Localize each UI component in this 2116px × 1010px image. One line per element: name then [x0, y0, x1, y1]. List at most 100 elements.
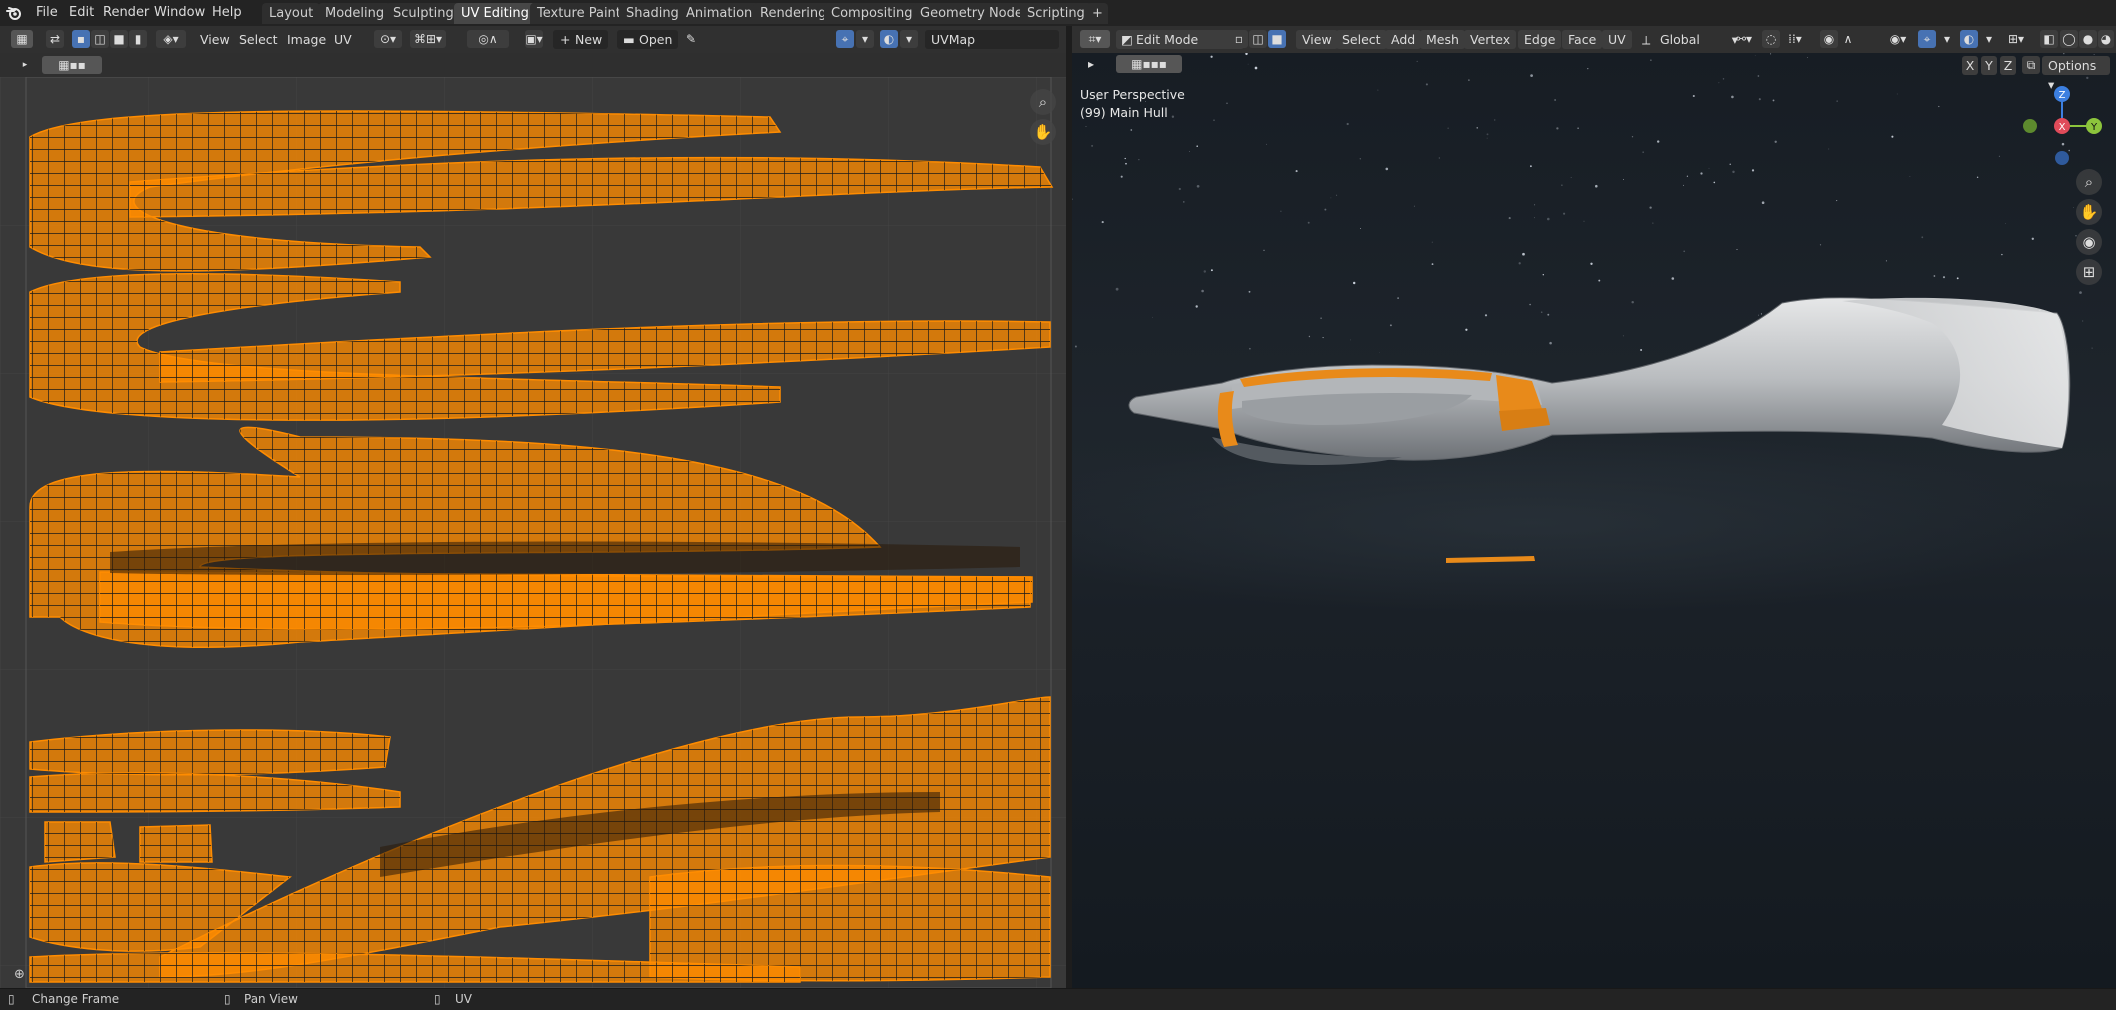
gizmo-neg-z[interactable] [2055, 151, 2069, 165]
open-image-button[interactable]: ▬ Open [617, 30, 679, 49]
sync-selection-icon[interactable]: ⇄ [46, 30, 64, 48]
overlay-dropdown-icon[interactable]: ▾ [1980, 30, 1998, 48]
material-shading-icon[interactable]: ◕ [2098, 30, 2114, 48]
falloff-icon[interactable]: ∧ [1839, 30, 1857, 48]
svg-text:Z: Z [2059, 90, 2066, 101]
snap-icon[interactable]: ⌘⊞▾ [410, 30, 446, 48]
menu-help[interactable]: Help [206, 3, 248, 23]
sticky-select-icon[interactable]: ◈▾ [156, 30, 186, 48]
image-browse-icon[interactable]: ▣▾ [525, 30, 543, 48]
tab-sculpting[interactable]: Sculpting [386, 3, 461, 24]
vp-menu-edge[interactable]: Edge [1518, 30, 1562, 49]
options-dropdown[interactable]: Options ▾ [2042, 56, 2110, 92]
tab-uv-editing[interactable]: UV Editing [454, 3, 536, 24]
vp-menu-face[interactable]: Face [1562, 30, 1603, 49]
star [2031, 237, 2034, 240]
tab-shading[interactable]: Shading [619, 3, 686, 24]
vertex-select-icon[interactable]: ▪ [72, 30, 90, 48]
uv-menu-uv[interactable]: UV [328, 30, 358, 49]
star [1570, 177, 1572, 178]
star [1563, 212, 1566, 215]
pan-hand-icon[interactable]: ✋ [1030, 119, 1056, 145]
vp-menu-view[interactable]: View [1296, 30, 1338, 49]
menu-file[interactable]: File [30, 3, 64, 23]
proportional-editing-icon[interactable]: ◉ [1820, 30, 1838, 48]
face-mode-icon[interactable]: ■ [1268, 30, 1286, 48]
editor-type-icon[interactable]: ▦ [11, 30, 33, 48]
star [1476, 127, 1478, 129]
edge-select-icon[interactable]: ◫ [91, 30, 109, 48]
tab-animation[interactable]: Animation [679, 3, 760, 24]
uv-map-selector[interactable]: UVMap [925, 30, 1059, 49]
tab-modeling[interactable]: Modeling [318, 3, 392, 24]
star [1413, 205, 1415, 207]
viewport-editor-type-icon[interactable]: ⌗▾ [1080, 30, 1110, 48]
camera-icon[interactable]: ◉ [2076, 229, 2102, 255]
pivot-point-icon[interactable]: ⚯▾ [1729, 30, 1759, 48]
add-workspace-button[interactable]: + [1087, 3, 1108, 24]
tab-layout[interactable]: Layout [262, 3, 321, 24]
tool-settings-toggle-icon[interactable]: ▸ [16, 56, 34, 74]
vp-menu-add[interactable]: Add [1385, 30, 1422, 49]
gizmo-dropdown-icon[interactable]: ▾ [856, 30, 874, 48]
uv-menu-view[interactable]: View [194, 30, 236, 49]
gizmo-toggle-icon[interactable]: ⌖ [1918, 30, 1936, 48]
face-select-icon[interactable]: ■ [110, 30, 128, 48]
uv-canvas[interactable]: ⌕ ✋ ⊕ [0, 77, 1066, 988]
3d-viewport[interactable]: ▸ ▦▪▪▪ User Perspective (99) Main Hull ⌗… [1072, 53, 2116, 988]
star [1976, 176, 1979, 179]
tab-scripting[interactable]: Scripting [1020, 3, 1092, 24]
wireframe-shading-icon[interactable]: ◯ [2060, 30, 2078, 48]
selection-mode-icon[interactable]: ▦▪▪ [42, 56, 102, 74]
proportional-edit-icon[interactable]: ◎∧ [467, 30, 509, 48]
vertex-mode-icon[interactable]: ▫ [1230, 30, 1248, 48]
tab-texture-paint[interactable]: Texture Paint [530, 3, 628, 24]
transform-orientation-selector[interactable]: ⟂ Global ▾ [1638, 30, 1740, 49]
vp-menu-uv[interactable]: UV [1602, 30, 1632, 49]
overlays-dropdown-icon[interactable]: ▾ [900, 30, 918, 48]
uv-gizmo-icon[interactable]: ⌖ [836, 30, 854, 48]
edge-mode-icon[interactable]: ◫ [1249, 30, 1267, 48]
navigation-gizmo[interactable]: Z Y X [2017, 81, 2107, 171]
uv-menu-select[interactable]: Select [233, 30, 284, 49]
gizmo-dropdown-icon[interactable]: ▾ [1938, 30, 1956, 48]
blender-logo-icon[interactable] [6, 5, 22, 21]
tab-rendering[interactable]: Rendering [753, 3, 834, 24]
pivot-icon[interactable]: ⊙▾ [374, 30, 402, 48]
menu-window[interactable]: Window [148, 3, 211, 23]
zoom-icon[interactable]: ⌕ [2076, 169, 2102, 195]
vp-menu-mesh[interactable]: Mesh [1420, 30, 1465, 49]
cursor-2d-icon[interactable]: ⊕ [14, 967, 30, 983]
menu-edit[interactable]: Edit [63, 3, 100, 23]
overlay-toggle-icon[interactable]: ◐ [1960, 30, 1978, 48]
select-box-mode-icon[interactable]: ▦▪▪▪ [1116, 55, 1182, 73]
snap-magnet-icon[interactable]: ◌ [1762, 30, 1780, 48]
overlays-icon[interactable]: ◐ [880, 30, 898, 48]
vp-menu-vertex[interactable]: Vertex [1464, 30, 1517, 49]
solid-shading-icon[interactable]: ● [2079, 30, 2097, 48]
gizmo-neg-y[interactable] [2023, 119, 2037, 133]
star [1072, 198, 1073, 200]
xray-icon[interactable]: ◧ [2040, 30, 2058, 48]
vp-menu-select[interactable]: Select [1336, 30, 1387, 49]
menu-render[interactable]: Render [97, 3, 155, 23]
tab-geometry-nodes[interactable]: Geometry Nodes [913, 3, 1037, 24]
tab-compositing[interactable]: Compositing [824, 3, 920, 24]
uv-menu-image[interactable]: Image [281, 30, 332, 49]
pin-icon[interactable]: ✎ [682, 30, 700, 48]
perspective-grid-icon[interactable]: ⊞ [2076, 259, 2102, 285]
island-select-icon[interactable]: ▮ [129, 30, 147, 48]
auto-merge-icon[interactable]: ⧉ [2022, 56, 2040, 74]
snap-target-icon[interactable]: ⁞⁞▾ [1782, 30, 1808, 48]
mesh-edit-overlay-icon[interactable]: ⊞▾ [2002, 30, 2030, 48]
mirror-z-toggle[interactable]: Z [2000, 56, 2016, 75]
star [1751, 169, 1755, 172]
mirror-y-toggle[interactable]: Y [1981, 56, 1997, 75]
mode-selector[interactable]: ◩Edit Mode▾ [1116, 30, 1244, 49]
visibility-icon[interactable]: ◉▾ [1884, 30, 1912, 48]
mirror-x-toggle[interactable]: X [1962, 56, 1978, 75]
tool-settings-toggle-icon[interactable]: ▸ [1082, 55, 1100, 73]
new-image-button[interactable]: + New [553, 30, 609, 49]
pan-hand-icon[interactable]: ✋ [2076, 199, 2102, 225]
zoom-icon[interactable]: ⌕ [1030, 89, 1056, 115]
